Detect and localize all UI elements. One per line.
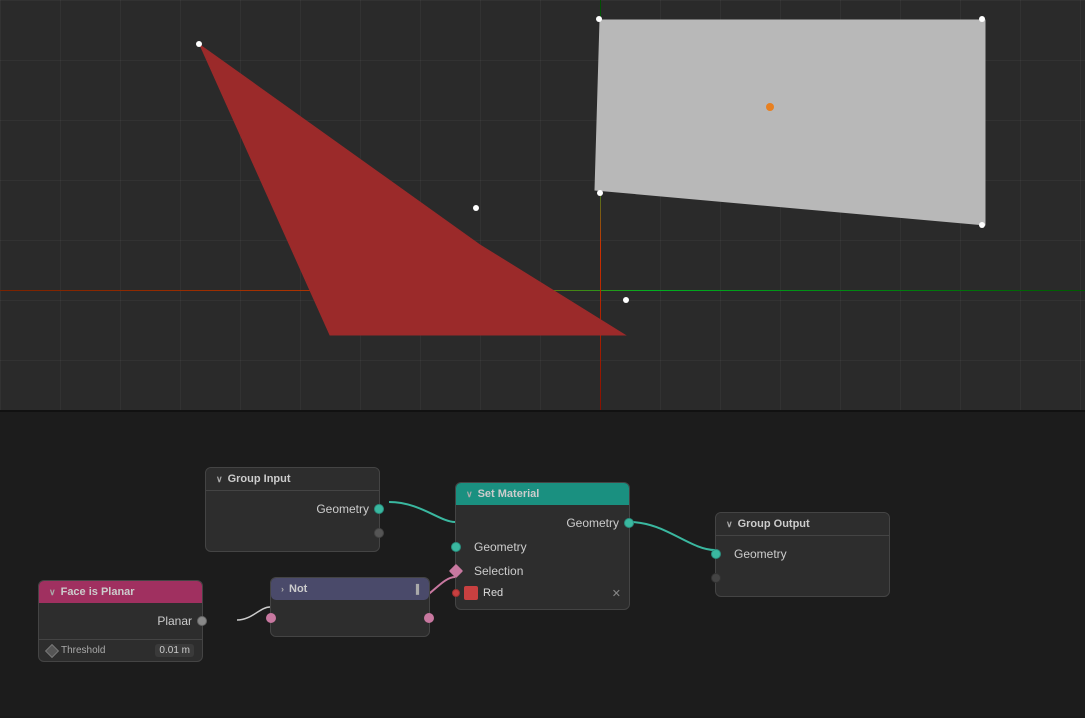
face-planar-out-row: Planar [39,609,202,633]
threshold-value[interactable]: 0.01 m [155,644,194,657]
group-out-geometry-label: Geometry [726,547,787,561]
grey-quad [590,15,990,230]
planar-label: Planar [157,614,192,628]
set-mat-geo-out-socket[interactable] [624,518,634,528]
origin-dot [766,103,774,111]
group-input-extra-row [206,521,379,545]
planar-out-socket[interactable] [197,616,207,626]
vertex-dot [196,41,202,47]
set-mat-geo-in-row: Geometry [456,535,629,559]
face-is-planar-node[interactable]: ∨ Face is Planar Planar Threshold 0.01 m [38,580,203,662]
face-planar-footer: Threshold 0.01 m [39,639,202,661]
not-io-row [271,606,429,630]
group-output-header: ∨ Group Output [716,513,889,536]
set-mat-geo-in-socket[interactable] [451,542,461,552]
viewport-3d[interactable] [0,0,1085,410]
material-socket[interactable] [452,589,460,597]
set-material-body: Geometry Geometry Selection Red ✕ [456,505,629,609]
threshold-label: Threshold [61,645,151,656]
group-output-title: Group Output [738,518,810,530]
set-material-title: Set Material [478,488,540,500]
set-mat-selection-row: Selection [456,559,629,583]
red-quad [195,40,635,340]
material-remove-button[interactable]: ✕ [612,587,621,600]
selection-socket[interactable] [449,564,463,578]
vertex-dot [473,205,479,211]
not-label: Not [289,583,307,595]
vertex-dot [597,190,603,196]
group-output-node[interactable]: ∨ Group Output Geometry [715,512,890,597]
vertex-dot [979,222,985,228]
set-mat-geo-out-row: Geometry [456,511,629,535]
selection-label: Selection [466,564,523,578]
vertex-dot [596,16,602,22]
not-header: › Not ▐ [271,578,429,600]
vertex-dot [623,297,629,303]
set-material-node[interactable]: ∨ Set Material Geometry Geometry Selecti… [455,482,630,610]
vertex-dot [979,16,985,22]
face-planar-title: Face is Planar [61,586,135,598]
node-editor: ∨ Group Input Geometry ∨ Set Material Ge… [0,410,1085,716]
geometry-out-socket[interactable] [374,504,384,514]
geo-out-label: Geometry [566,516,619,530]
group-input-body: Geometry [206,491,379,551]
face-planar-body: Planar [39,603,202,639]
set-material-header: ∨ Set Material [456,483,629,505]
group-input-title: Group Input [228,473,291,485]
not-out-socket[interactable] [424,613,434,623]
threshold-diamond-icon [45,643,59,657]
not-in-socket[interactable] [266,613,276,623]
group-input-node[interactable]: ∨ Group Input Geometry [205,467,380,552]
group-input-header: ∨ Group Input [206,468,379,491]
extra-socket [374,528,384,538]
face-planar-header: ∨ Face is Planar [39,581,202,603]
group-out-extra-row [716,566,889,590]
group-out-extra-socket [711,573,721,583]
material-icon [464,586,478,600]
material-name: Red [483,587,607,599]
geometry-label: Geometry [316,502,369,516]
set-mat-material-row: Red ✕ [456,583,629,603]
group-out-geo-socket[interactable] [711,549,721,559]
group-out-geometry-row: Geometry [716,542,889,566]
not-node[interactable]: › Not ▐ [270,577,430,637]
group-input-geometry-row: Geometry [206,497,379,521]
not-body [271,600,429,636]
geo-in-label: Geometry [466,540,527,554]
group-output-body: Geometry [716,536,889,596]
